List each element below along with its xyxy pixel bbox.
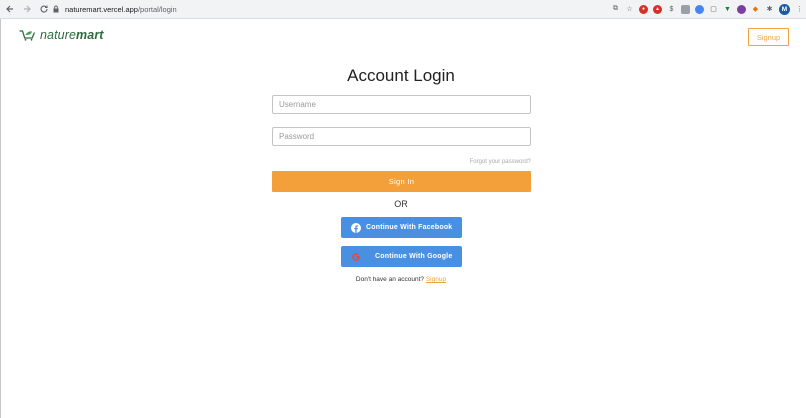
url-path: /portal/login	[137, 4, 177, 14]
browser-toolbar: naturemart.vercel.app/portal/login ⧉ ☆ ●…	[0, 0, 806, 19]
lock-icon	[53, 5, 59, 13]
reload-icon	[40, 5, 48, 13]
google-icon	[351, 252, 361, 262]
extension-red-icon[interactable]: ●	[639, 4, 648, 14]
extension-blue-icon[interactable]	[695, 4, 704, 14]
puzzle-icon[interactable]: ✱	[765, 5, 774, 14]
profile-avatar[interactable]: M	[779, 3, 790, 15]
arrow-right-icon	[24, 5, 31, 13]
share-icon[interactable]: ⧉	[611, 5, 620, 14]
extension-adblock-icon[interactable]: ▲	[653, 4, 662, 14]
star-icon[interactable]: ☆	[625, 5, 634, 14]
google-login-label: Continue With Google	[375, 253, 453, 260]
facebook-login-label: Continue With Facebook	[366, 224, 453, 231]
extension-fox-icon[interactable]: ◆	[751, 5, 760, 14]
extensions-bar: ⧉ ☆ ● ▲ $ ▢ ▼ ◆ ✱ M ⋮	[611, 3, 804, 15]
sign-in-button[interactable]: Sign In	[272, 171, 531, 192]
header-signup-button[interactable]: Signup	[748, 28, 789, 46]
page-title: Account Login	[347, 66, 455, 85]
extension-dollar-icon[interactable]: $	[667, 5, 676, 14]
page-content: naturemart Signup Account Login Forgot y…	[0, 19, 806, 418]
no-account-text: Don't have an account?	[355, 276, 425, 283]
signup-prompt: Don't have an account? Signup	[1, 276, 801, 283]
arrow-left-icon	[6, 5, 13, 13]
back-button[interactable]	[3, 2, 17, 16]
google-login-button[interactable]: Continue With Google	[341, 246, 462, 267]
url-host: naturemart.vercel.app	[65, 4, 138, 14]
extension-purple-icon[interactable]	[737, 4, 746, 14]
extension-vue-icon[interactable]: ▼	[723, 5, 732, 14]
reload-button[interactable]	[37, 2, 51, 16]
or-divider: OR	[394, 199, 408, 209]
brand-logo[interactable]: naturemart	[19, 28, 104, 42]
facebook-icon	[351, 222, 361, 233]
facebook-login-button[interactable]: Continue With Facebook	[341, 217, 462, 238]
signup-link[interactable]: Signup	[426, 276, 446, 283]
brand-name: naturemart	[40, 28, 104, 42]
username-input[interactable]	[272, 95, 531, 114]
forward-button[interactable]	[20, 2, 34, 16]
forgot-password-link[interactable]: Forgot your password?	[401, 159, 531, 165]
extension-grey-icon[interactable]	[681, 4, 690, 14]
address-bar[interactable]: naturemart.vercel.app/portal/login	[52, 2, 612, 16]
cart-leaf-icon	[19, 30, 35, 41]
password-input[interactable]	[272, 127, 531, 146]
extension-square-icon[interactable]: ▢	[709, 5, 718, 14]
more-menu-icon[interactable]: ⋮	[795, 5, 804, 14]
